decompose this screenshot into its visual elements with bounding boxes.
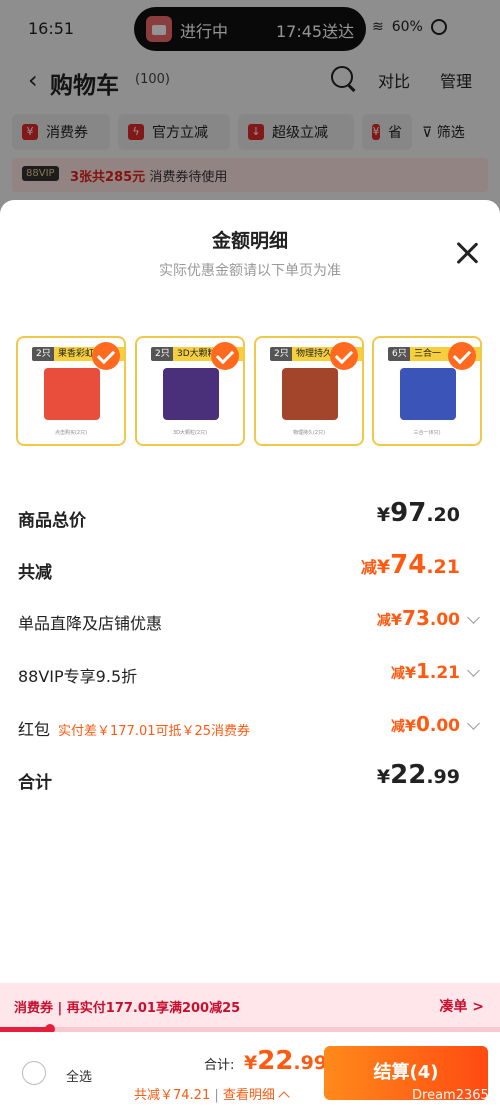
product-image [282,368,338,420]
total-currency: ¥ [244,1052,258,1074]
row-amount: 减¥74.21 [361,550,460,580]
amount-prefix: 减 [390,719,405,735]
separator: | [214,1088,219,1103]
amount-int: 73 [402,606,430,630]
row-label-text: 单品直降及店铺优惠 [18,614,163,633]
total-integer: 22 [257,1046,294,1076]
check-icon[interactable] [330,342,358,370]
amount-yen: ¥ [376,504,391,526]
row-label-text: 共减 [18,563,52,583]
amount-dec: .99 [426,766,460,788]
product-caption: 物理持久(2只) [292,430,326,436]
amount-dec: .00 [429,610,460,630]
amount-int: 74 [390,550,427,580]
row-label: 单品直降及店铺优惠 [18,610,162,634]
row-label-text: 红包 [18,720,51,739]
view-details-link[interactable]: 查看明细 [222,1088,290,1103]
amount-yen: ¥ [376,766,391,788]
amount-yen: ¥ [390,610,403,629]
row-label: 商品总价 [18,506,86,531]
chevron-down-icon[interactable] [467,717,480,730]
check-icon[interactable] [448,342,476,370]
total-label: 合计: [204,1058,235,1073]
row-label: 共减 [18,558,52,583]
product-qty-tag: 2只 [151,347,174,361]
product-qty-tag: 6只 [388,347,411,361]
row-note: 实付差￥177.01可抵￥25消费券 [58,724,251,739]
chevron-down-icon[interactable] [467,611,480,624]
saved-line: 共减￥74.21 | 查看明细 [134,1084,290,1103]
row-label: 红包 实付差￥177.01可抵￥25消费券 [18,716,250,740]
product-list: 2只 果香彩虹 点击购买(2只) 2只 3D大颗粒 3D大颗粒(2只) 2只 物理持久 物理持久… [16,336,500,448]
row-amount: ¥22.99 [377,760,460,790]
product-image [163,368,219,420]
row-amount[interactable]: 减¥1.21 [391,659,460,683]
view-details-label: 查看明细 [222,1088,275,1103]
check-icon[interactable] [92,342,120,370]
amount-prefix: 减 [360,558,377,577]
product-image [400,368,456,420]
row-label: 合计 [18,768,52,793]
amount-yen: ¥ [404,663,416,682]
product-caption: 3D大颗粒(2只) [172,430,208,436]
amount-dec: .00 [429,716,460,736]
add-items-link[interactable]: 凑单 > [439,996,484,1016]
amount-dec: .20 [426,504,460,526]
checkout-bar: 全选 合计: ¥22.99 共减￥74.21 | 查看明细 结算(4) Drea… [0,1032,500,1111]
row-amount[interactable]: 减¥73.00 [377,606,460,630]
amount-dec: .21 [429,663,460,683]
row-amount[interactable]: 减¥0.00 [391,712,460,736]
amount-yen: ¥ [404,716,416,735]
row-label-text: 合计 [18,773,52,793]
amount-yen: ¥ [376,556,391,578]
product-caption: 三合一(6只) [413,430,441,436]
check-icon[interactable] [211,342,239,370]
row-amount: ¥97.20 [377,498,460,528]
product-image [44,368,100,420]
amount-prefix: 减 [390,666,405,682]
product-qty-tag: 2只 [32,347,55,361]
total-decimal: .99 [293,1052,328,1074]
select-all-checkbox[interactable] [22,1061,46,1085]
row-label-text: 88VIP专享9.5折 [18,667,138,686]
chevron-down-icon[interactable] [467,664,480,677]
amount-int: 97 [390,498,427,528]
total-amount: ¥22.99 [244,1046,327,1076]
amount-dec: .21 [426,556,460,578]
product-qty-tag: 2只 [270,347,293,361]
close-icon[interactable] [454,240,480,266]
amount-int: 22 [390,760,427,790]
amount-int: 0 [415,712,430,736]
product-caption: 点击购买(2只) [54,430,88,436]
amount-int: 1 [415,659,430,683]
sheet-subtitle: 实际优惠金额请以下单页为准 [159,263,341,279]
row-label: 88VIP专享9.5折 [18,663,137,687]
sheet-title: 金额明细 [211,230,288,252]
coupon-strip-text: 消费券 | 再实付177.01享满200减25 [14,1001,241,1016]
watermark-text: Dream2365 [412,1088,489,1103]
select-all-label[interactable]: 全选 [66,1066,92,1085]
coupon-strip[interactable]: 消费券 | 再实付177.01享满200减25 凑单 > [0,983,500,1027]
amount-prefix: 减 [376,613,391,629]
row-label-text: 商品总价 [18,511,86,531]
amount-detail-sheet: 金额明细 实际优惠金额请以下单页为准 2只 果香彩虹 点击购买(2只) 2只 3D大颗粒… [0,200,500,1111]
chevron-up-icon [278,1091,290,1103]
saved-amount: 共减￥74.21 [134,1088,211,1103]
